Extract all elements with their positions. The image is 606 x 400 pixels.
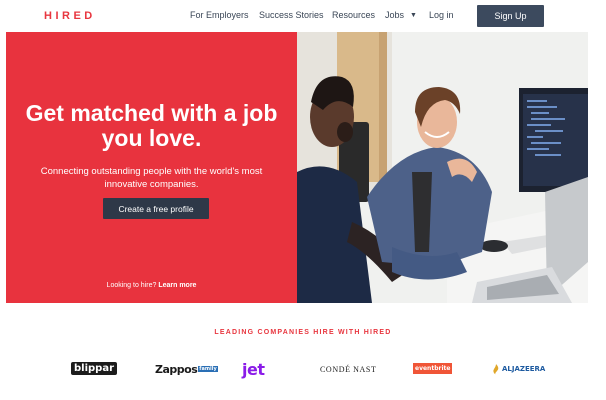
office-photo-illustration (297, 32, 588, 303)
learn-more-link[interactable]: Learn more (158, 282, 196, 289)
nav-link-jobs-label: Jobs (385, 10, 405, 20)
chevron-down-icon: ▼ (410, 12, 417, 19)
sign-up-button[interactable]: Sign Up (477, 5, 544, 27)
hero-headline: Get matched with a job you love. (25, 100, 278, 151)
zappos-logo-text: Zappos (155, 362, 198, 376)
top-nav: HIRED For Employers Success Stories Reso… (0, 0, 606, 32)
aljazeera-mark-icon (493, 363, 499, 375)
nav-link-log-in[interactable]: Log in (429, 10, 454, 20)
hero-subline: Connecting outstanding people with the w… (40, 166, 263, 190)
jet-logo: jet (242, 359, 265, 379)
zappos-logo: Zappos family (155, 360, 218, 378)
create-profile-button[interactable]: Create a free profile (103, 198, 209, 219)
conde-nast-logo: CONDÉ NAST (320, 364, 377, 374)
nav-link-success-stories[interactable]: Success Stories (259, 10, 324, 20)
aljazeera-logo-text: ALJAZEERA (502, 365, 546, 373)
hero-photo (297, 32, 588, 303)
hero-panel: Get matched with a job you love. Connect… (6, 32, 297, 303)
blippar-logo: blippar (71, 362, 118, 375)
hired-logo[interactable]: HIRED (44, 10, 96, 22)
aljazeera-logo: ALJAZEERA (492, 360, 545, 378)
eventbrite-logo: eventbrite (413, 363, 453, 374)
hire-prompt: Looking to hire? Learn more (6, 282, 297, 289)
nav-link-jobs[interactable]: Jobs ▼ (385, 10, 417, 20)
nav-link-resources[interactable]: Resources (332, 10, 375, 20)
zappos-logo-badge: family (198, 366, 218, 372)
nav-link-for-employers[interactable]: For Employers (190, 10, 249, 20)
hire-prompt-text: Looking to hire? (106, 282, 157, 289)
companies-title: LEADING COMPANIES HIRE WITH HIRED (214, 329, 392, 336)
